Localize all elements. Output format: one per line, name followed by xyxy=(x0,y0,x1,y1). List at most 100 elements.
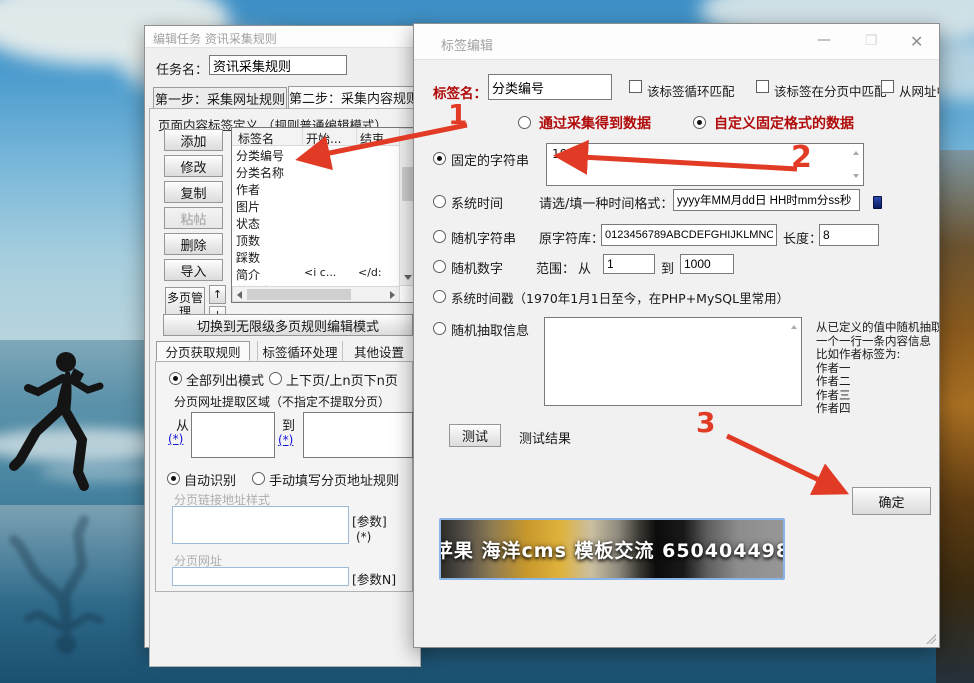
collect-data-radio[interactable] xyxy=(518,116,531,129)
custom-data-radio[interactable] xyxy=(693,116,706,129)
tag-list-header[interactable]: 标签名 开始... 结束 xyxy=(232,128,415,146)
hscroll-thumb[interactable] xyxy=(247,289,351,300)
to-star-link[interactable]: (*) xyxy=(278,433,293,447)
tag-row-name: 状态 xyxy=(236,215,260,232)
ad-banner[interactable]: 苹果 海洋cms 模板交流 650404498 xyxy=(439,518,785,580)
custom-data-label: 自定义固定格式的数据 xyxy=(714,113,854,133)
tag-row-name: 分类编号 xyxy=(236,147,284,164)
task-editor-titlebar[interactable]: 编辑任务 资讯采集规则 xyxy=(145,26,424,48)
param-star-label: (*) xyxy=(356,530,371,544)
prev-next-mode-radio[interactable] xyxy=(269,372,282,385)
auto-detect-radio[interactable] xyxy=(167,472,180,485)
manual-fill-radio[interactable] xyxy=(252,472,265,485)
tag-row-name: 顶数 xyxy=(236,232,260,249)
import-button[interactable]: 导入 xyxy=(164,259,223,281)
tag-row[interactable]: 分类编号 xyxy=(232,146,399,163)
hint-line: 作者三 xyxy=(816,389,940,403)
fixed-string-textarea[interactable]: 18 xyxy=(546,143,864,186)
param-label: [参数] xyxy=(352,511,387,530)
tag-list-hscrollbar[interactable] xyxy=(232,286,400,302)
system-time-radio[interactable] xyxy=(433,195,446,208)
delete-button[interactable]: 删除 xyxy=(164,233,223,255)
timestamp-radio[interactable] xyxy=(433,290,446,303)
column-end[interactable]: 结束 xyxy=(360,130,384,147)
range-to-input[interactable] xyxy=(680,254,734,274)
tag-row-end: </d: xyxy=(358,266,382,279)
switch-mode-button[interactable]: 切换到无限级多页规则编辑模式 xyxy=(163,314,413,336)
tag-list[interactable]: 标签名 开始... 结束 分类编号 分类名称 作者 图片 状态 顶数 踩数 简 xyxy=(231,127,416,303)
tag-row[interactable]: 状态 xyxy=(232,214,399,231)
scroll-left-icon[interactable] xyxy=(237,291,242,299)
scroll-up-icon[interactable] xyxy=(853,151,859,155)
tab-tag-loop[interactable]: 标签循环处理 xyxy=(257,341,343,361)
scroll-up-icon[interactable] xyxy=(791,325,797,329)
match-in-page-checkbox[interactable] xyxy=(756,80,769,93)
tab-other-settings[interactable]: 其他设置 xyxy=(348,341,410,361)
modify-button-label: 修改 xyxy=(180,157,206,176)
tag-row[interactable]: 图片 xyxy=(232,197,399,214)
random-pick-label: 随机抽取信息 xyxy=(451,320,529,339)
copy-button[interactable]: 复制 xyxy=(164,181,223,203)
random-string-radio[interactable] xyxy=(433,230,446,243)
tab-step1[interactable]: 第一步：采集网址规则 xyxy=(153,87,287,109)
range-from-input[interactable] xyxy=(603,254,655,274)
tab-step2[interactable]: 第二步：采集内容规则 xyxy=(288,86,420,109)
vscroll-thumb[interactable] xyxy=(402,167,413,201)
tag-row[interactable]: 作者 xyxy=(232,180,399,197)
task-name-input[interactable] xyxy=(209,55,347,75)
tag-row[interactable]: 分类名称 xyxy=(232,163,399,180)
extract-area-label: 分页网址提取区域（不指定不提取分页） xyxy=(174,393,390,410)
import-button-label: 导入 xyxy=(180,261,206,280)
maximize-icon[interactable]: ❐ xyxy=(865,33,878,49)
from-url-checkbox[interactable] xyxy=(881,80,894,93)
random-number-label: 随机数字 xyxy=(451,258,503,277)
collect-data-label: 通过采集得到数据 xyxy=(539,113,651,133)
ok-button[interactable]: 确定 xyxy=(852,487,931,515)
hint-line: 从已定义的值中随机抽取 xyxy=(816,321,940,335)
random-pick-textarea[interactable] xyxy=(544,317,802,406)
scroll-down-icon[interactable] xyxy=(404,275,412,280)
from-textarea[interactable] xyxy=(191,412,275,458)
tag-row-name: 图片 xyxy=(236,198,260,215)
random-pick-radio[interactable] xyxy=(433,322,446,335)
resize-grip[interactable] xyxy=(926,634,936,644)
list-all-mode-radio[interactable] xyxy=(169,372,182,385)
tag-row[interactable]: 简介 <i c... </d: xyxy=(232,265,399,282)
ok-button-label: 确定 xyxy=(878,492,904,511)
column-start[interactable]: 开始... xyxy=(306,130,341,147)
task-name-label: 任务名： xyxy=(156,59,208,78)
modify-button[interactable]: 修改 xyxy=(164,155,223,177)
from-star-link[interactable]: (*) xyxy=(168,432,183,446)
tab-step2-label: 第二步：采集内容规则 xyxy=(289,88,419,107)
task-editor-title: 编辑任务 资讯采集规则 xyxy=(153,30,277,47)
move-up-button[interactable]: ↑ xyxy=(209,285,226,304)
scroll-down-icon[interactable] xyxy=(853,174,859,178)
switch-mode-label: 切换到无限级多页规则编辑模式 xyxy=(197,316,379,335)
tag-name-input[interactable] xyxy=(488,74,612,100)
scroll-right-icon[interactable] xyxy=(390,291,395,299)
length-input[interactable] xyxy=(819,224,879,246)
test-result-label: 测试结果 xyxy=(519,428,571,447)
test-button[interactable]: 测试 xyxy=(449,424,501,447)
add-button[interactable]: 添加 xyxy=(164,129,223,151)
close-icon[interactable]: ✕ xyxy=(910,32,923,51)
column-tagname[interactable]: 标签名 xyxy=(238,130,274,147)
tab-pagination-rules[interactable]: 分页获取规则 xyxy=(156,341,250,361)
time-format-input[interactable] xyxy=(673,189,860,211)
random-number-radio[interactable] xyxy=(433,260,446,273)
jogger-reflection xyxy=(8,500,118,658)
fixed-string-radio[interactable] xyxy=(433,152,446,165)
to-textarea[interactable] xyxy=(303,412,413,458)
scroll-up-icon[interactable] xyxy=(404,134,412,139)
task-editor-window: 编辑任务 资讯采集规则 任务名： 第一步：采集网址规则 第二步：采集内容规则 页… xyxy=(144,25,425,648)
hint-line: 作者一 xyxy=(816,362,940,376)
tab-step1-label: 第一步：采集网址规则 xyxy=(155,89,285,108)
time-picker-icon[interactable] xyxy=(873,196,882,209)
minimize-icon[interactable]: — xyxy=(817,32,831,48)
tag-edit-titlebar[interactable]: 标签编辑 — ❐ ✕ xyxy=(414,24,939,60)
charset-input[interactable] xyxy=(601,224,777,246)
tag-row[interactable]: 顶数 xyxy=(232,231,399,248)
paste-button[interactable]: 粘帖 xyxy=(164,207,223,229)
loop-match-checkbox[interactable] xyxy=(629,80,642,93)
tag-row[interactable]: 踩数 xyxy=(232,248,399,265)
